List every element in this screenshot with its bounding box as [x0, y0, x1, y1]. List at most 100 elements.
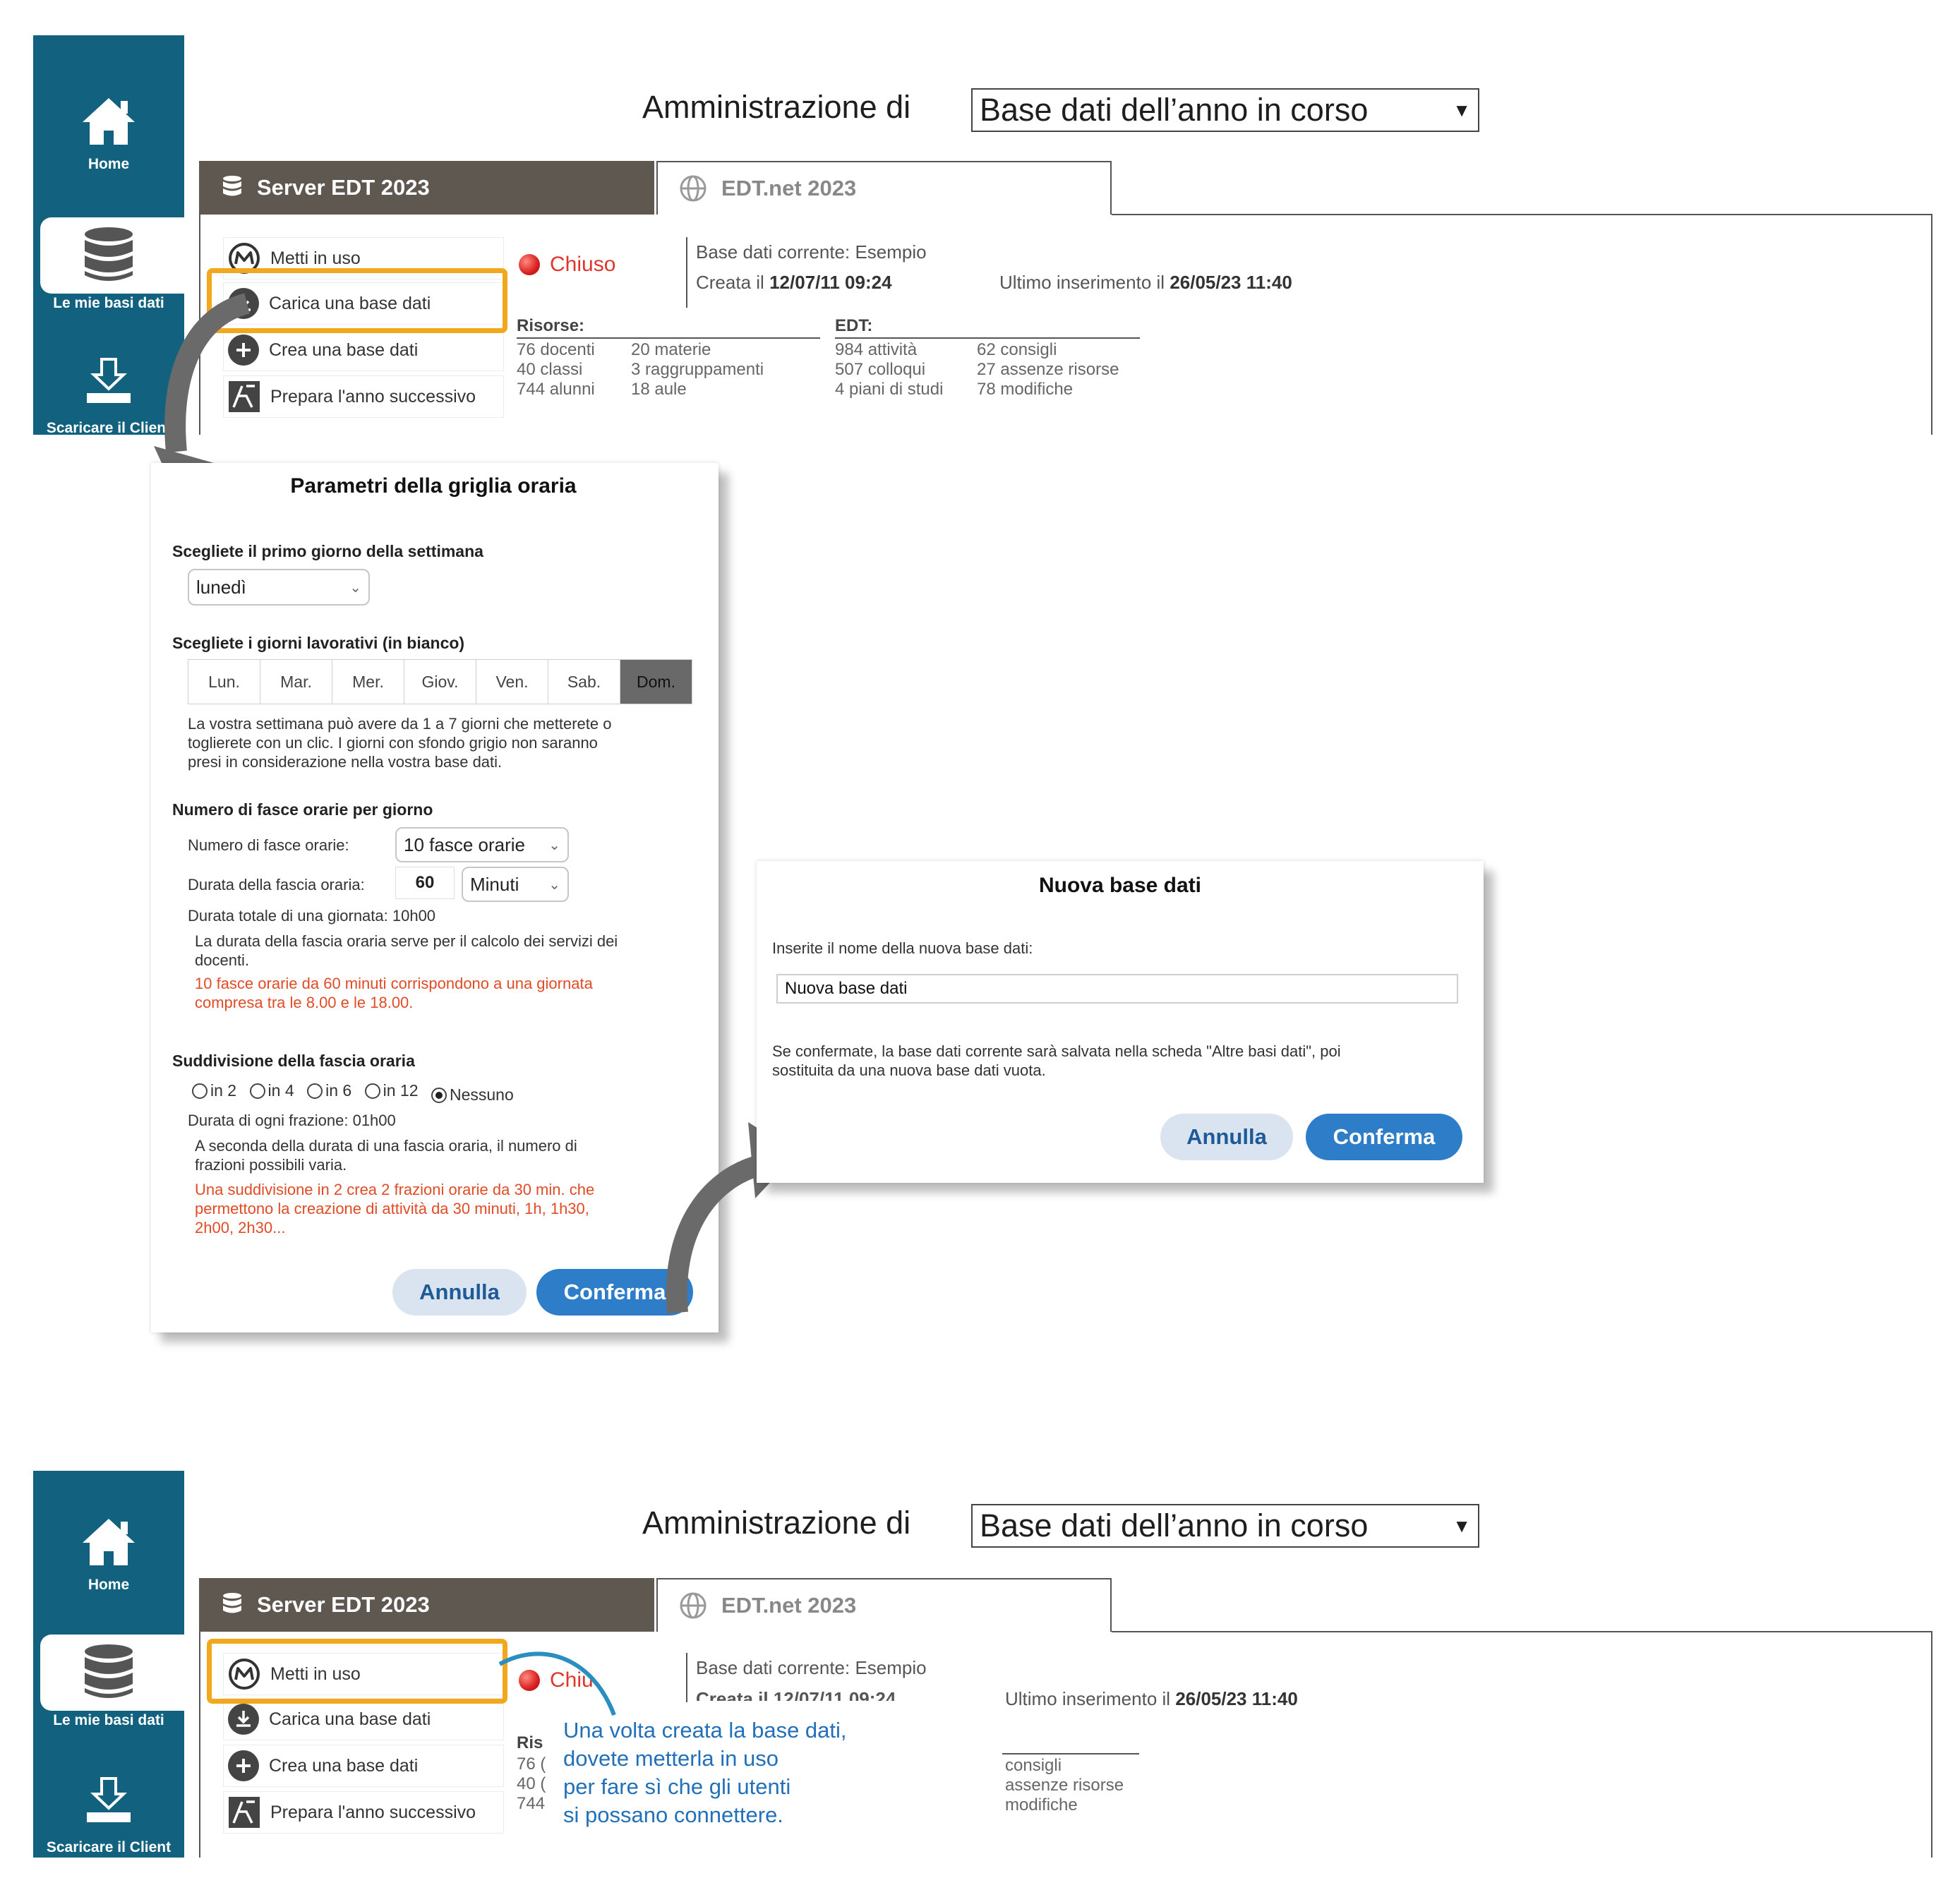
database-select[interactable]: Base dati dell’anno in corso ▼: [971, 88, 1479, 132]
callout-tip: Una volta creata la base dati, dovete me…: [551, 1712, 1002, 1841]
action-prepare-label: Prepara l'anno successivo: [270, 1802, 476, 1822]
action-prepare[interactable]: Prepara l'anno successivo: [223, 1791, 504, 1834]
stat-item: 62 consigli: [977, 340, 1057, 359]
note-line: frazioni possibili varia.: [195, 1156, 347, 1174]
slots-select[interactable]: 10 fasce orarie ⌄: [395, 827, 569, 862]
tab-server-label: Server EDT 2023: [257, 1592, 430, 1617]
warning-line: 10 fasce orarie da 60 minuti corrispondo…: [195, 975, 593, 992]
new-db-name-input[interactable]: Nuova base dati: [776, 974, 1458, 1004]
highlight-use: [207, 1639, 507, 1704]
first-day-label: Scegliete il primo giorno della settiman…: [172, 542, 483, 560]
confirm-button[interactable]: Conferma: [1306, 1114, 1462, 1160]
duration-input[interactable]: 60: [395, 867, 455, 899]
download-client-icon: [87, 358, 131, 403]
created-label: Creata il: [696, 272, 764, 293]
chevron-down-icon: ▼: [1453, 1515, 1471, 1536]
subdivision-radios: in 2 in 4 in 6 in 12 Nessuno: [192, 1081, 524, 1104]
fraction-duration: Durata di ogni frazione: 01h00: [188, 1112, 396, 1129]
action-prepare-label: Prepara l'anno successivo: [270, 386, 476, 407]
current-database: Base dati corrente: Esempio: [696, 1657, 927, 1679]
duration-warning: 10 fasce orarie da 60 minuti corrispondo…: [195, 974, 703, 1012]
edt-col2: 62 consigli 27 assenze risorse 78 modifi…: [977, 340, 1119, 399]
current-database-label: Base dati corrente:: [696, 1657, 850, 1678]
tab-edtnet[interactable]: EDT.net 2023: [656, 1578, 1112, 1632]
note-line: La vostra settimana può avere da 1 a 7 g…: [188, 715, 612, 733]
callout-line: si possano connettere.: [563, 1802, 783, 1827]
panel-border-top: [1112, 1631, 1932, 1632]
tab-server[interactable]: Server EDT 2023: [199, 1578, 654, 1632]
nav-download-client[interactable]: Scaricare il Client: [33, 1776, 184, 1856]
radio-icon: [307, 1083, 323, 1099]
info-divider: [686, 1653, 687, 1702]
panel-border-left: [199, 1631, 200, 1858]
status-label: Chiuso: [550, 253, 616, 276]
panel-border-right: [1931, 214, 1932, 435]
action-load[interactable]: Carica una base dati: [223, 1698, 504, 1740]
callout-line: per fare sì che gli utenti: [563, 1774, 791, 1799]
day-mon[interactable]: Lun.: [188, 660, 260, 704]
day-wed[interactable]: Mer.: [332, 660, 404, 704]
globe-icon: [680, 1592, 707, 1619]
stat-item: 40 (: [517, 1774, 546, 1793]
stat-item: 18 aule: [631, 380, 687, 399]
radio-label: in 2: [210, 1081, 237, 1100]
radio-in12[interactable]: in 12: [364, 1081, 419, 1100]
cancel-button[interactable]: Annulla: [392, 1269, 527, 1316]
prepare-year-icon: [229, 1797, 260, 1828]
nav-home[interactable]: Home: [33, 95, 184, 173]
edt-heading: EDT:: [835, 316, 873, 335]
database-select-value: Base dati dell’anno in corso: [980, 92, 1369, 128]
radio-none[interactable]: Nessuno: [431, 1085, 514, 1104]
resources-col2: 20 materie 3 raggruppamenti 18 aule: [631, 340, 764, 399]
day-sun[interactable]: Dom.: [620, 660, 692, 704]
first-day-value: lunedì: [196, 576, 246, 598]
status-closed: Chiuso: [519, 253, 615, 277]
callout-pointer-icon: [498, 1651, 616, 1716]
last-insert: Ultimo inserimento il 26/05/23 11:40: [1005, 1688, 1298, 1710]
database-icon: [85, 1644, 133, 1698]
stat-item: 78 modifiche: [977, 380, 1074, 399]
note-line: presi in considerazione nella vostra bas…: [188, 753, 503, 771]
tab-edtnet[interactable]: EDT.net 2023: [656, 161, 1112, 215]
warning-line: permettono la creazione di attività da 3…: [195, 1200, 589, 1217]
action-create[interactable]: Crea una base dati: [223, 1745, 504, 1787]
slots-label: Numero di fasce orarie:: [188, 836, 349, 854]
nav-download-client-label: Scaricare il Client: [46, 1839, 172, 1855]
database-icon: [85, 227, 133, 281]
nav-home[interactable]: Home: [33, 1516, 184, 1594]
cancel-button[interactable]: Annulla: [1160, 1114, 1293, 1160]
first-day-select[interactable]: lunedì ⌄: [188, 569, 370, 606]
admin-label: Amministrazione di: [642, 89, 911, 125]
tab-server[interactable]: Server EDT 2023: [199, 161, 654, 215]
duration-unit-select[interactable]: Minuti ⌄: [462, 867, 569, 902]
created-value: 12/07/11 09:24: [769, 272, 892, 293]
chevron-down-icon: ⌄: [548, 877, 560, 893]
edt-col2: consigli assenze risorse modifiche: [1005, 1756, 1124, 1815]
status-dot-icon: [519, 254, 540, 275]
radio-in4[interactable]: in 4: [249, 1081, 294, 1100]
radio-in6[interactable]: in 6: [307, 1081, 351, 1100]
new-db-note: Se confermate, la base dati corrente sar…: [772, 1042, 1471, 1080]
stat-item: modifiche: [1005, 1795, 1078, 1814]
nav-my-databases[interactable]: Le mie basi dati: [33, 1643, 184, 1729]
workdays-label: Scegliete i giorni lavorativi (in bianco…: [172, 634, 465, 652]
edt-col1: 984 attività 507 colloqui 4 piani di stu…: [835, 340, 943, 399]
day-tue[interactable]: Mar.: [260, 660, 332, 704]
warning-line: compresa tra le 8.00 e le 18.00.: [195, 994, 414, 1011]
stat-item: consigli: [1005, 1756, 1062, 1775]
radio-in2[interactable]: in 2: [192, 1081, 236, 1100]
day-sat[interactable]: Sab.: [548, 660, 620, 704]
new-db-prompt: Inserite il nome della nuova base dati:: [772, 939, 1033, 957]
tab-edtnet-label: EDT.net 2023: [721, 176, 857, 200]
resources-rule: [517, 337, 820, 339]
radio-icon: [192, 1083, 208, 1099]
tab-server-label: Server EDT 2023: [257, 175, 430, 200]
note-line: A seconda della durata di una fascia ora…: [195, 1137, 577, 1155]
stat-item: 507 colloqui: [835, 360, 926, 379]
home-icon: [83, 98, 135, 145]
day-thu[interactable]: Giov.: [404, 660, 476, 704]
home-icon: [83, 1519, 135, 1565]
current-database-value: Esempio: [855, 241, 927, 263]
day-fri[interactable]: Ven.: [476, 660, 548, 704]
database-select[interactable]: Base dati dell’anno in corso ▼: [971, 1504, 1479, 1548]
